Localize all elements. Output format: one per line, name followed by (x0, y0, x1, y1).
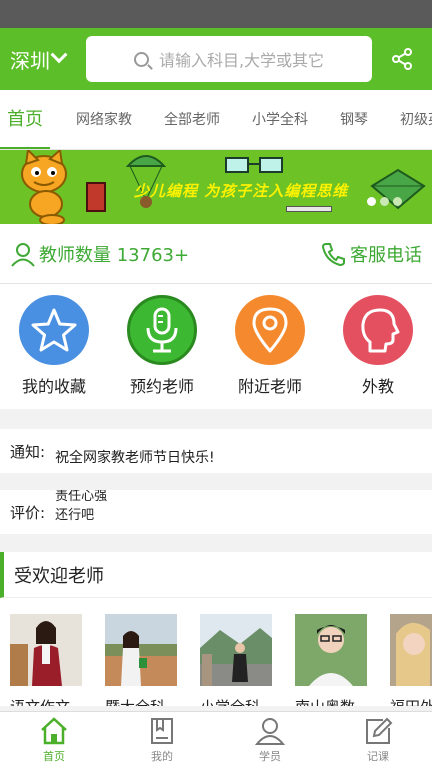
tab-home[interactable]: 首页 (0, 90, 50, 149)
head-icon (361, 308, 400, 353)
search-placeholder: 请输入科目,大学或其它 (158, 51, 325, 70)
share-button[interactable] (382, 39, 422, 79)
review-ticker: 责任心强 还行吧 (55, 490, 107, 529)
teacher-photo (200, 614, 272, 686)
book-icon (151, 718, 173, 744)
nav-class-log-label: 记课 (367, 750, 389, 763)
customer-hotline-button[interactable]: 客服电话 (321, 241, 422, 267)
tab-beginner-english[interactable]: 初级英 (384, 90, 432, 149)
nearby-teachers-label: 附近老师 (237, 377, 302, 396)
foreign-teachers-circle (343, 295, 413, 365)
share-icon (392, 48, 412, 70)
star-icon (31, 308, 77, 352)
nav-class-log[interactable]: 记课 (324, 712, 432, 768)
teacher-card[interactable]: 小学全科... (200, 614, 272, 706)
teacher-photo (10, 614, 82, 686)
bottom-nav: 首页 我的 学员 记课 (0, 711, 432, 768)
edit-icon (366, 717, 393, 744)
review-text-1: 责任心强 (55, 490, 108, 504)
nav-home-label: 首页 (43, 750, 65, 763)
phone-icon (321, 242, 345, 266)
search-icon (133, 51, 149, 67)
popular-teachers-list: 语文作文... 暨大全科 小学全科... (0, 598, 432, 706)
notice-label: 通知: (10, 442, 46, 461)
tab-online-tutor[interactable]: 网络家教 (60, 90, 148, 149)
book-teacher-circle (127, 295, 197, 365)
teacher-photo (390, 614, 432, 686)
person-icon (255, 718, 285, 745)
nav-students-label: 学员 (259, 750, 281, 763)
hotline-text: 客服电话 (350, 244, 422, 266)
review-bar[interactable]: 评价: 责任心强 还行吧 (0, 490, 432, 534)
teacher-name: 福田外 (390, 696, 432, 706)
review-label: 评价: (10, 503, 46, 522)
book-teacher-shortcut[interactable]: 预约老师 (108, 295, 216, 397)
teacher-name: 暨大全科 (105, 696, 177, 706)
stats-bar: 教师数量 13763+ 客服电话 (0, 224, 432, 284)
microphone-icon (146, 307, 178, 353)
banner-dot[interactable] (380, 197, 389, 206)
nav-students[interactable]: 学员 (216, 712, 324, 768)
favorites-shortcut[interactable]: 我的收藏 (0, 295, 108, 397)
foreign-teachers-shortcut[interactable]: 外教 (324, 295, 432, 397)
notice-bar[interactable]: 通知: 祝全网家教老师节日快乐! (0, 429, 432, 473)
tab-all-teachers[interactable]: 全部老师 (148, 90, 236, 149)
nav-mine[interactable]: 我的 (108, 712, 216, 768)
teacher-name: 南山奥数... (295, 696, 367, 706)
teacher-name: 小学全科... (200, 696, 272, 706)
teacher-count: 教师数量 13763+ (10, 241, 189, 267)
banner-dot[interactable] (393, 197, 402, 206)
glasses-image (225, 157, 283, 173)
cat-mascot-image (21, 150, 67, 224)
banner-pagination (367, 197, 402, 206)
notice-text: 祝全网家教老师节日快乐! (55, 450, 215, 466)
book-teacher-label: 预约老师 (129, 377, 194, 396)
review-text-2: 还行吧 (55, 508, 95, 523)
chevron-down-icon (50, 46, 68, 64)
popular-teachers-title: 受欢迎老师 (14, 565, 104, 587)
city-label: 深圳 (10, 48, 50, 73)
home-icon (41, 717, 67, 745)
teacher-card[interactable]: 暨大全科 (105, 614, 177, 706)
top-bar: 深圳 请输入科目,大学或其它 (0, 28, 432, 90)
teacher-card[interactable]: 语文作文... (10, 614, 82, 706)
foreign-teachers-label: 外教 (361, 377, 394, 396)
city-selector[interactable]: 深圳 (10, 45, 84, 74)
user-icon (11, 242, 35, 267)
teacher-card[interactable]: 福田外 (390, 614, 432, 706)
pencil-image (286, 206, 332, 212)
teacher-card[interactable]: 南山奥数... (295, 614, 367, 706)
location-pin-icon (252, 307, 288, 353)
search-input[interactable]: 请输入科目,大学或其它 (86, 36, 372, 82)
teacher-name: 语文作文... (10, 696, 82, 706)
shortcut-grid: 我的收藏 预约老师 附近老师 外教 (0, 284, 432, 409)
teacher-photo (295, 614, 367, 686)
nearby-teachers-circle (235, 295, 305, 365)
nav-mine-label: 我的 (151, 750, 173, 763)
category-tabs: 首页 网络家教 全部老师 小学全科 钢琴 初级英 (0, 90, 432, 150)
favorites-circle (19, 295, 89, 365)
teacher-count-text: 教师数量 13763+ (39, 244, 190, 266)
teacher-photo (105, 614, 177, 686)
nearby-teachers-shortcut[interactable]: 附近老师 (216, 295, 324, 397)
popular-teachers-header: 受欢迎老师 (0, 552, 432, 598)
tab-piano[interactable]: 钢琴 (324, 90, 384, 149)
banner-text: 少儿编程 为孩子注入编程思维 (134, 182, 349, 200)
book-image (86, 182, 106, 212)
tab-primary-all-subjects[interactable]: 小学全科 (236, 90, 324, 149)
favorites-label: 我的收藏 (21, 377, 86, 396)
banner-dot[interactable] (367, 197, 376, 206)
nav-home[interactable]: 首页 (0, 712, 108, 768)
promo-banner[interactable]: 少儿编程 为孩子注入编程思维 (0, 150, 432, 224)
status-bar (0, 0, 432, 28)
